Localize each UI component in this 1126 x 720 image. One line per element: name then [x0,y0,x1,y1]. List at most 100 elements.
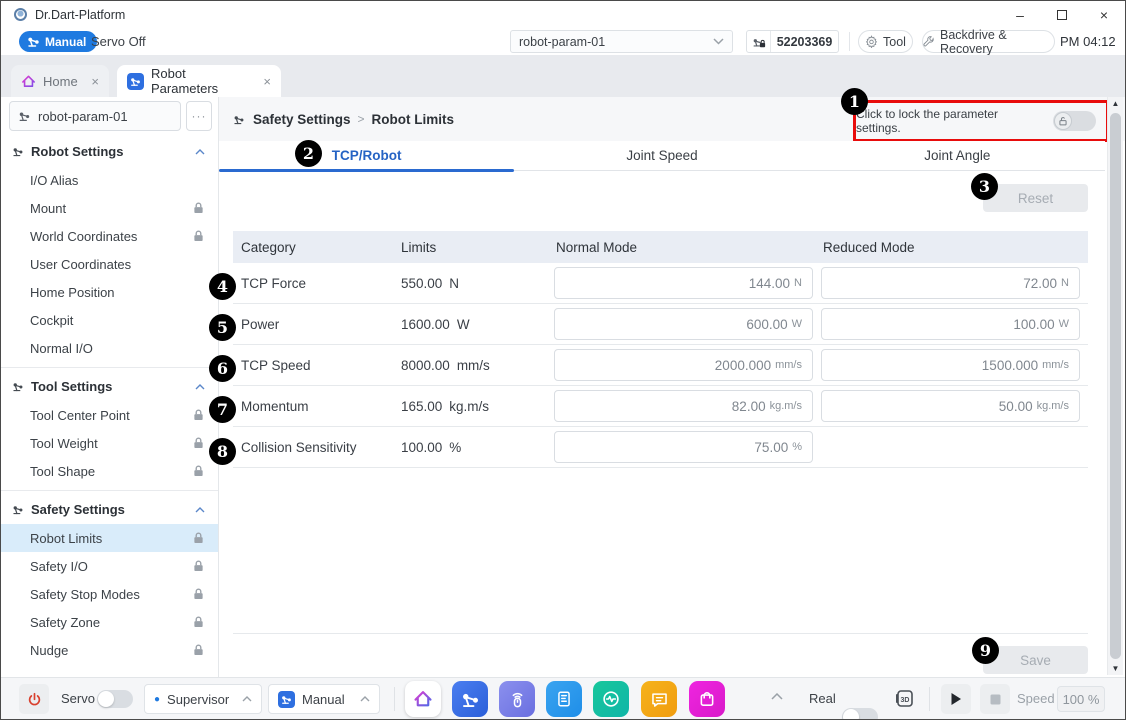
row-limit-unit: W [457,317,470,332]
scrollbar-thumb[interactable] [1110,113,1121,659]
servo-status-label: Servo Off [91,34,146,49]
tab-home-close-icon[interactable]: × [91,74,99,89]
reduced-mode-input[interactable]: 1500.000mm/s [821,349,1080,381]
tool-button[interactable]: Tool [858,30,913,53]
dock-pendant-icon[interactable] [546,681,582,717]
viewer-3d-button[interactable]: 3D [893,687,917,711]
dock-store-icon[interactable] [689,681,725,717]
row-category: TCP Speed [233,358,401,373]
input-value: 50.00 [999,399,1033,414]
dock-message-icon[interactable] [641,681,677,717]
dock-home-icon[interactable] [405,681,441,717]
manual-mode-button[interactable]: Manual [19,31,97,52]
play-button[interactable] [941,684,971,714]
normal-mode-input[interactable]: 600.00W [554,308,813,340]
table-row-power: Power 1600.00W 600.00W 100.00W [233,304,1088,345]
clock-label: PM 04:12 [1060,34,1116,49]
dock-monitoring-icon[interactable] [593,681,629,717]
input-unit: kg.m/s [1037,400,1069,412]
manual-mode-icon [278,691,295,708]
lock-icon [193,644,204,656]
servo-toggle[interactable] [97,690,133,708]
backdrive-recovery-button[interactable]: Backdrive & Recovery [922,30,1055,53]
sidebar-item-tool-center-point[interactable]: Tool Center Point [1,401,218,429]
sidebar-item-tool-shape[interactable]: Tool Shape [1,457,218,485]
reduced-mode-input[interactable]: 50.00 kg.m/s [821,390,1080,422]
tab-robot-parameters[interactable]: Robot Parameters × [117,65,281,97]
svg-text:3D: 3D [901,697,910,704]
sidebar-item-safety-io[interactable]: Safety I/O [1,552,218,580]
annotation-3: 3 [971,173,998,200]
table-row-tcp-speed: TCP Speed 8000.00mm/s 2000.000mm/s 1500.… [233,345,1088,386]
sidebar-item-normal-io[interactable]: Normal I/O [1,334,218,362]
robot-serial-box[interactable]: 52203369 [746,30,839,53]
lock-toggle[interactable] [1053,111,1096,131]
maximize-button[interactable] [1041,1,1083,28]
robot-arm-icon [18,109,32,123]
lock-icon [193,230,204,242]
scroll-down-icon[interactable]: ▼ [1108,664,1123,673]
reduced-mode-input[interactable]: 100.00W [821,308,1080,340]
dock-robot-params-icon[interactable] [452,681,488,717]
sidebar-item-user-coordinates[interactable]: User Coordinates [1,250,218,278]
stop-button[interactable] [980,684,1010,714]
sidebar-param-name-box[interactable]: robot-param-01 [9,101,181,131]
normal-mode-input[interactable]: 82.00kg.m/s [554,390,813,422]
sidebar-item-io-alias[interactable]: I/O Alias [1,166,218,194]
tab-tcp-robot[interactable]: TCP/Robot [219,141,514,170]
sidebar-item-mount[interactable]: Mount [1,194,218,222]
vertical-scrollbar[interactable]: ▲ ▼ [1107,97,1123,675]
minimize-button[interactable]: – [999,1,1041,28]
real-toggle[interactable] [842,708,878,720]
sidebar-item-safety-stop-modes[interactable]: Safety Stop Modes [1,580,218,608]
chevron-up-icon [195,149,205,155]
sidebar-item-label: Tool Shape [30,464,95,479]
sidebar-item-world-coordinates[interactable]: World Coordinates [1,222,218,250]
sidebar-item-label: Cockpit [30,313,73,328]
sidebar-item-label: Mount [30,201,66,216]
row-category: Collision Sensitivity [233,440,401,455]
close-button[interactable]: × [1083,1,1125,28]
annotation-8: 8 [209,438,236,465]
sidebar-item-home-position[interactable]: Home Position [1,278,218,306]
app-window: Dr.Dart-Platform – × Manual Servo Off ro… [0,0,1126,720]
sidebar-item-safety-zone[interactable]: Safety Zone [1,608,218,636]
row-limit-unit: % [449,440,461,455]
tab-joint-angle[interactable]: Joint Angle [810,141,1105,170]
servo-label: Servo [61,691,95,706]
speed-value[interactable]: 100 % [1057,686,1105,712]
row-category: TCP Force [233,276,401,291]
sidebar-more-button[interactable]: ··· [186,101,212,131]
dock-remote-icon[interactable] [499,681,535,717]
tab-robot-parameters-close-icon[interactable]: × [263,74,271,89]
param-file-select[interactable]: robot-param-01 [510,30,733,53]
role-select[interactable]: ● Supervisor [144,684,262,714]
normal-mode-input[interactable]: 2000.000mm/s [554,349,813,381]
home-icon [21,74,36,89]
normal-mode-input[interactable]: 75.00% [554,431,813,463]
sidebar-item-cockpit[interactable]: Cockpit [1,306,218,334]
reset-button[interactable]: Reset [983,184,1088,212]
sidebar-item-label: Tool Center Point [30,408,130,423]
tab-home[interactable]: Home × [11,65,109,97]
tab-joint-speed[interactable]: Joint Speed [514,141,809,170]
section-robot-settings[interactable]: Robot Settings [1,137,218,166]
section-tool-settings[interactable]: Tool Settings [1,372,218,401]
annotation-9: 9 [972,637,999,664]
lock-icon [193,588,204,600]
statusbar-divider [394,687,395,711]
dock-expand-icon[interactable] [771,693,783,700]
mode-select[interactable]: Manual [268,684,380,714]
row-limit-value: 1600.00 [401,317,450,332]
toggle-knob [843,709,859,720]
sidebar-item-tool-weight[interactable]: Tool Weight [1,429,218,457]
scroll-up-icon[interactable]: ▲ [1108,99,1123,108]
sidebar-item-nudge[interactable]: Nudge [1,636,218,664]
section-safety-settings[interactable]: Safety Settings [1,495,218,524]
reduced-mode-input[interactable]: 72.00N [821,267,1080,299]
power-button[interactable] [19,684,49,714]
normal-mode-input[interactable]: 144.00N [554,267,813,299]
col-limits: Limits [401,240,552,255]
lock-icon [193,465,204,477]
sidebar-item-robot-limits[interactable]: Robot Limits [1,524,218,552]
